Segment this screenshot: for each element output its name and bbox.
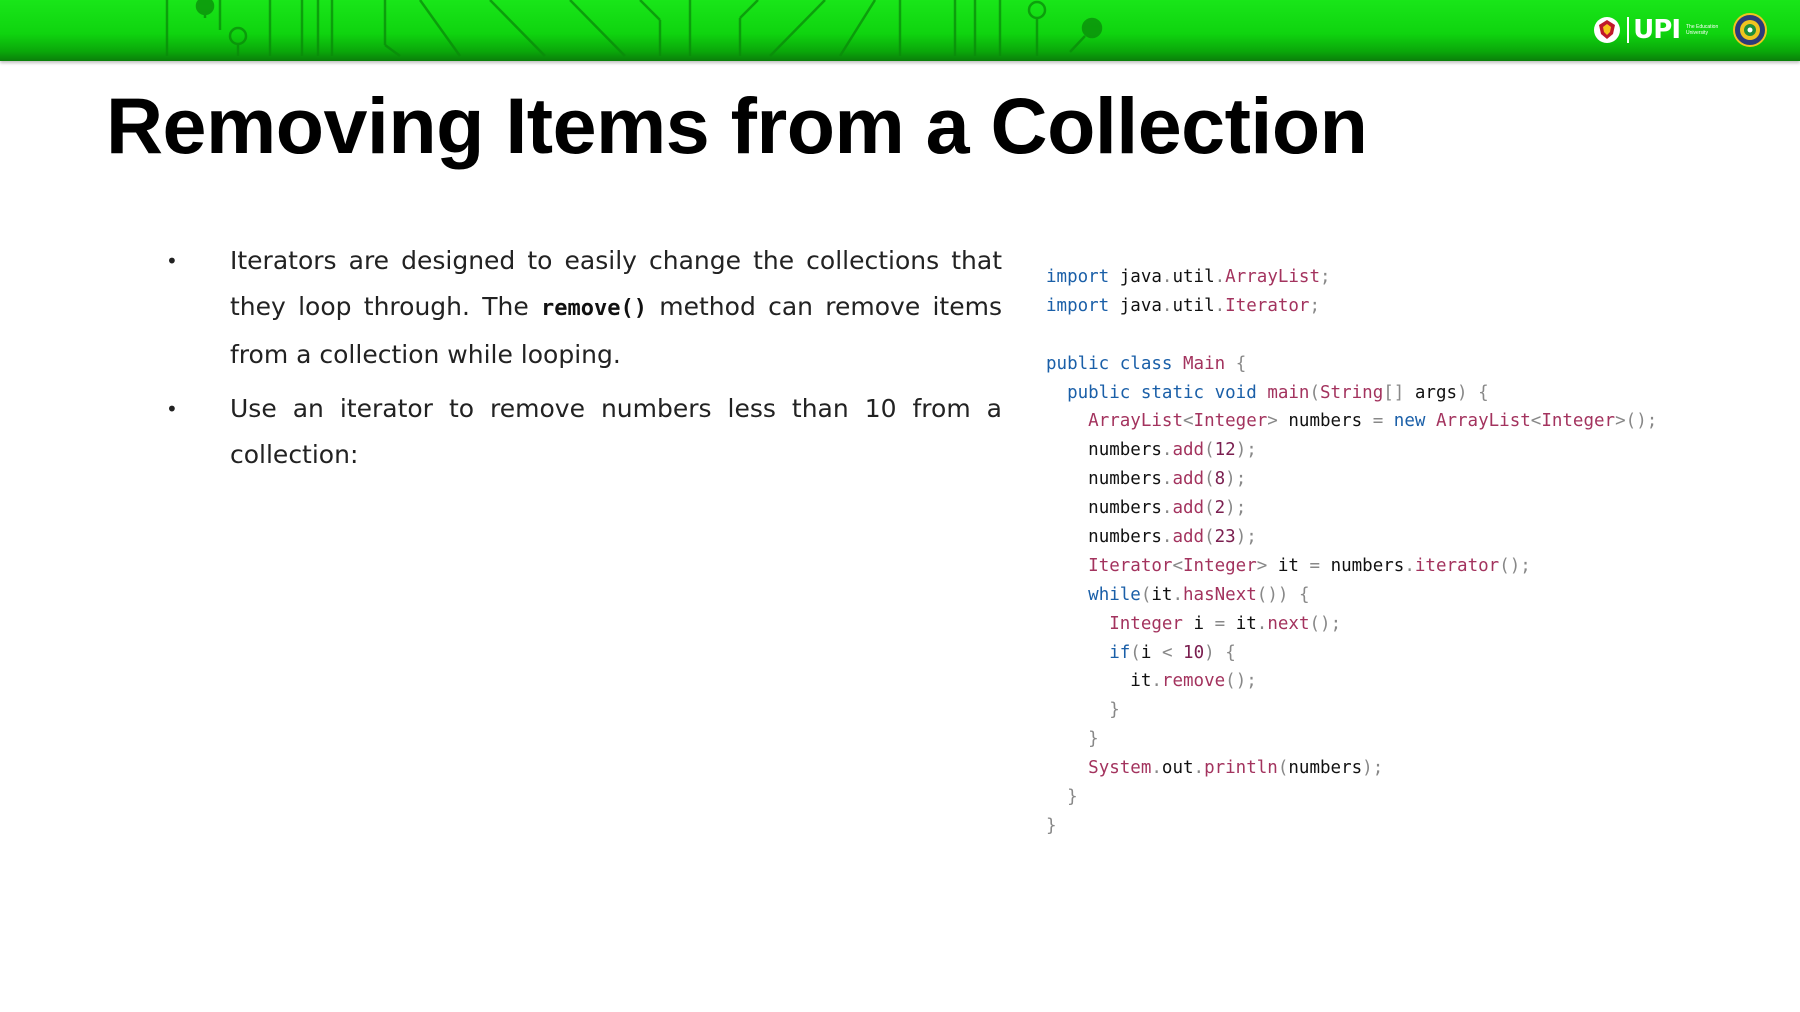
slide-title: Removing Items from a Collection <box>106 81 1368 170</box>
code-line: it.remove(); <box>1130 671 1257 692</box>
code-line: public class Main { <box>1046 353 1247 374</box>
code-line: numbers.add(2); <box>1088 498 1247 519</box>
upi-emblem-icon <box>1594 17 1621 43</box>
code-line: ArrayList<Integer> numbers = new ArrayLi… <box>1088 411 1658 432</box>
code-line: while(it.hasNext()) { <box>1088 584 1310 605</box>
code-line: if(i < 10) { <box>1109 642 1236 663</box>
code-line: Iterator<Integer> it = numbers.iterator(… <box>1088 555 1531 576</box>
circuit-pattern-icon <box>165 0 1103 58</box>
code-line: System.out.println(numbers); <box>1088 758 1384 779</box>
code-line: } <box>1088 729 1099 750</box>
upi-brand-text: UPI <box>1627 17 1681 43</box>
bullet-item: • Iterators are designed to easily chang… <box>160 238 1002 378</box>
bullet-text: Use an iterator to remove numbers less t… <box>230 394 1002 469</box>
code-line: public static void main(String[] args) { <box>1067 382 1489 403</box>
upi-tagline: The Education University <box>1686 24 1719 36</box>
header-banner: UPI The Education University <box>0 0 1800 61</box>
code-line: numbers.add(12); <box>1088 440 1257 461</box>
code-line: numbers.add(23); <box>1088 527 1257 548</box>
code-block: import java.util.ArrayList; import java.u… <box>1046 263 1657 841</box>
code-line: } <box>1109 700 1120 721</box>
code-line: } <box>1046 815 1057 836</box>
logo-area: UPI The Education University <box>1593 8 1768 52</box>
code-line: import java.util.ArrayList; <box>1046 267 1331 287</box>
bullet-item: • Use an iterator to remove numbers less… <box>160 386 1002 478</box>
inline-code: remove() <box>541 296 647 321</box>
bullet-icon: • <box>166 397 178 421</box>
slide: UPI The Education University Removing It… <box>0 0 1800 1012</box>
bullet-icon: • <box>166 249 178 273</box>
code-line: Integer i = it.next(); <box>1109 613 1342 634</box>
code-line: import java.util.Iterator; <box>1046 295 1321 316</box>
bullet-list: • Iterators are designed to easily chang… <box>160 238 1002 486</box>
upi-logo: UPI The Education University <box>1593 16 1722 44</box>
university-seal-icon <box>1733 13 1767 47</box>
code-line: numbers.add(8); <box>1088 469 1247 490</box>
code-line: } <box>1067 787 1078 808</box>
